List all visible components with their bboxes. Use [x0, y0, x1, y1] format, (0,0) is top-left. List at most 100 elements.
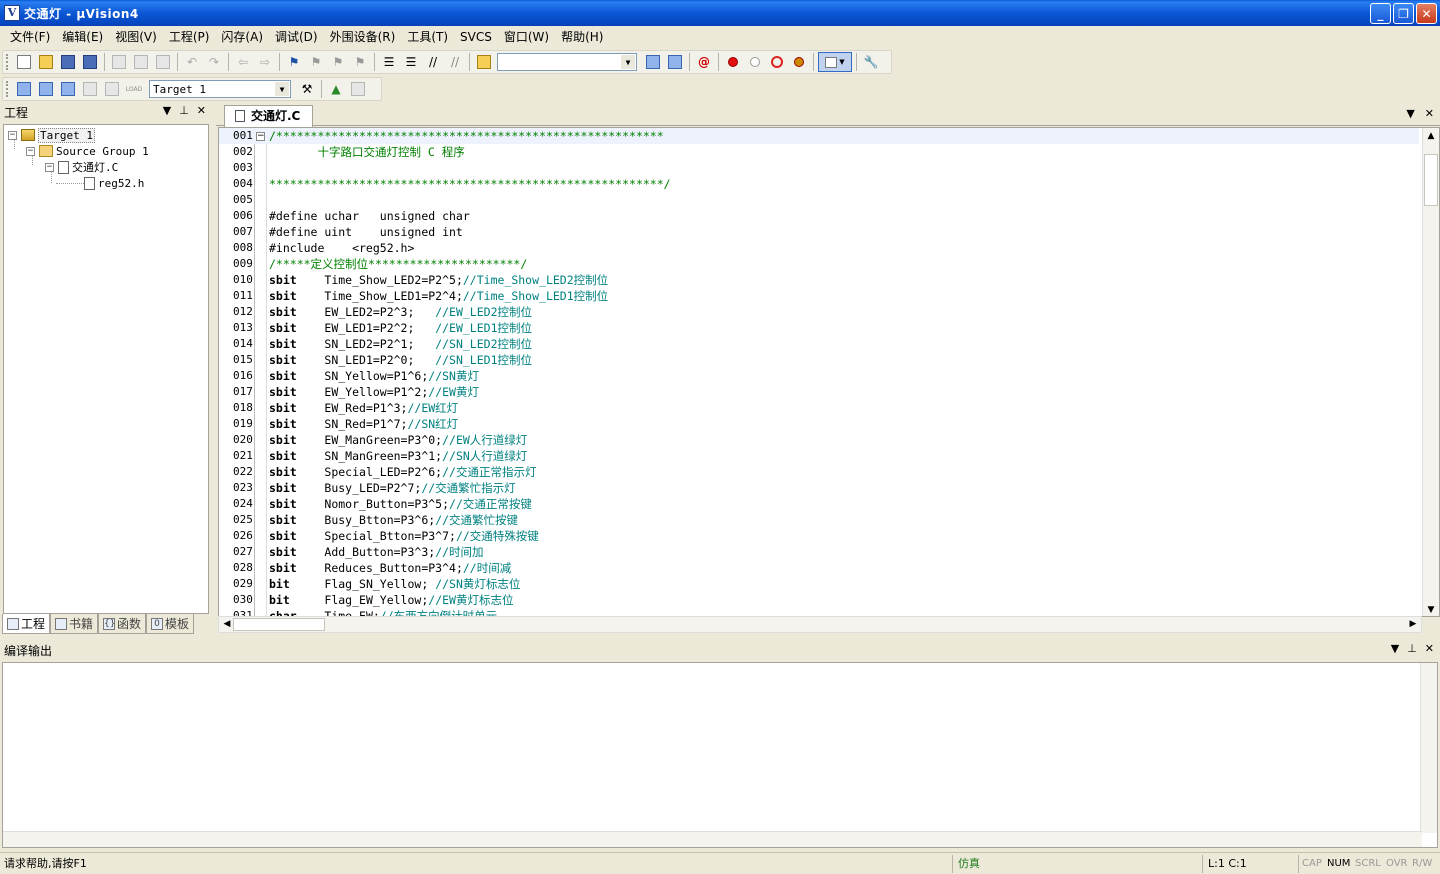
target-options-button[interactable]: ⚒ [297, 79, 317, 99]
code-editor[interactable]: 001 /************************************… [218, 127, 1440, 617]
code-line[interactable]: 027 sbit Add_Button=P3^3;//时间加 [219, 544, 1419, 560]
editor-horizontal-scrollbar[interactable]: ◀ ▶ [218, 616, 1422, 633]
code-line[interactable]: 021 sbit SN_ManGreen=P3^1;//SN人行道绿灯 [219, 448, 1419, 464]
chevron-down-icon[interactable]: ▼ [275, 82, 289, 96]
tab-close-icon[interactable]: ✕ [1425, 107, 1434, 120]
code-line[interactable]: 005 [219, 192, 1419, 208]
menu-item-1[interactable]: 编辑(E) [56, 27, 109, 47]
code-line[interactable]: 003 [219, 160, 1419, 176]
menu-item-10[interactable]: 帮助(H) [555, 27, 609, 47]
pin-icon[interactable]: ⊥ [1407, 642, 1417, 655]
code-line[interactable]: 002 十字路口交通灯控制 C 程序 [219, 144, 1419, 160]
new-file-button[interactable] [14, 52, 34, 72]
output-vertical-scrollbar[interactable] [1420, 663, 1437, 833]
find-in-files-button[interactable] [474, 52, 494, 72]
window-layout-button[interactable]: ▼ [818, 52, 852, 72]
code-line[interactable]: 025 sbit Busy_Btton=P3^6;//交通繁忙按键 [219, 512, 1419, 528]
code-line[interactable]: 008 #include <reg52.h> [219, 240, 1419, 256]
translate-button[interactable] [14, 79, 34, 99]
code-line[interactable]: 016 sbit SN_Yellow=P1^6;//SN黄灯 [219, 368, 1419, 384]
build-button[interactable] [36, 79, 56, 99]
menu-item-8[interactable]: SVCS [454, 27, 498, 47]
code-line[interactable]: 028 sbit Reduces_Button=P3^4;//时间减 [219, 560, 1419, 576]
batch-build-button[interactable] [80, 79, 100, 99]
enable-breakpoint-button[interactable] [745, 52, 765, 72]
toolbar-grip[interactable] [6, 54, 10, 70]
menu-item-9[interactable]: 窗口(W) [498, 27, 555, 47]
code-line[interactable]: 010 sbit Time_Show_LED2=P2^5;//Time_Show_… [219, 272, 1419, 288]
fold-toggle-icon[interactable]: − [256, 132, 265, 141]
stop-build-button[interactable] [102, 79, 122, 99]
save-button[interactable] [58, 52, 78, 72]
code-line[interactable]: 007 #define uint unsigned int [219, 224, 1419, 240]
prev-bookmark-button[interactable]: ⚑ [306, 52, 326, 72]
menu-item-6[interactable]: 外围设备(R) [324, 27, 402, 47]
find-button[interactable] [643, 52, 663, 72]
copy-button[interactable] [131, 52, 151, 72]
find-combo[interactable]: ▼ [497, 53, 637, 71]
code-line[interactable]: 019 sbit SN_Red=P1^7;//SN红灯 [219, 416, 1419, 432]
bookmark-button[interactable]: ⚑ [284, 52, 304, 72]
unindent-button[interactable]: ☰ [401, 52, 421, 72]
code-line[interactable]: 015 sbit SN_LED1=P2^0; //SN_LED1控制位 [219, 352, 1419, 368]
code-line[interactable]: 026 sbit Special_Btton=P3^7;//交通特殊按键 [219, 528, 1419, 544]
code-line[interactable]: 017 sbit EW_Yellow=P1^2;//EW黄灯 [219, 384, 1419, 400]
editor-hscroll-thumb[interactable] [233, 618, 325, 631]
editor-vertical-scrollbar[interactable]: ▲ ▼ [1422, 128, 1439, 616]
code-line[interactable]: 004 *************************************… [219, 176, 1419, 192]
code-line[interactable]: 029 bit Flag_SN_Yellow; //SN黄灯标志位 [219, 576, 1419, 592]
tab-templates[interactable]: 0 模板 [146, 614, 195, 634]
tab-list-icon[interactable]: ▼ [1406, 107, 1414, 120]
collapse-icon[interactable]: − [8, 130, 17, 140]
tree-node-group[interactable]: − Source Group 1 [26, 143, 149, 159]
close-button[interactable]: ✕ [1416, 3, 1437, 24]
collapse-icon[interactable]: − [26, 146, 35, 156]
download-button[interactable]: LOAD [124, 79, 144, 99]
nav-back-button[interactable]: ⇦ [233, 52, 253, 72]
nav-forward-button[interactable]: ⇨ [255, 52, 275, 72]
editor-tab-file[interactable]: 交通灯.C [224, 105, 314, 127]
code-line[interactable]: 001 /************************************… [219, 128, 1419, 144]
comment-button[interactable]: // [423, 52, 443, 72]
paste-button[interactable] [153, 52, 173, 72]
tree-node-file-c[interactable]: − 交通灯.C [45, 159, 118, 175]
disable-all-breakpoints-button[interactable] [767, 52, 787, 72]
menu-item-7[interactable]: 工具(T) [401, 27, 454, 47]
rebuild-button[interactable] [58, 79, 78, 99]
chevron-down-icon[interactable]: ▼ [621, 55, 635, 69]
code-line[interactable]: 022 sbit Special_LED=P2^6;//交通正常指示灯 [219, 464, 1419, 480]
clear-bookmarks-button[interactable]: ⚑ [350, 52, 370, 72]
scroll-down-icon[interactable]: ▼ [1424, 603, 1438, 616]
kill-all-breakpoints-button[interactable] [789, 52, 809, 72]
tree-node-file-h[interactable]: reg52.h [84, 175, 144, 191]
output-horizontal-scrollbar[interactable] [3, 831, 1422, 847]
code-line[interactable]: 020 sbit EW_ManGreen=P3^0;//EW人行道绿灯 [219, 432, 1419, 448]
minimize-button[interactable]: _ [1370, 3, 1391, 24]
panel-close-icon[interactable]: ✕ [1425, 642, 1434, 655]
cut-button[interactable] [109, 52, 129, 72]
menu-item-2[interactable]: 视图(V) [109, 27, 163, 47]
code-line[interactable]: 014 sbit SN_LED2=P2^1; //SN_LED2控制位 [219, 336, 1419, 352]
redo-button[interactable]: ↷ [204, 52, 224, 72]
code-line[interactable]: 024 sbit Nomor_Button=P3^5;//交通正常按键 [219, 496, 1419, 512]
menu-item-3[interactable]: 工程(P) [163, 27, 216, 47]
panel-menu-icon[interactable]: ▼ [163, 104, 171, 117]
collapse-icon[interactable]: − [45, 162, 54, 172]
indent-button[interactable]: ☰ [379, 52, 399, 72]
code-line[interactable]: 012 sbit EW_LED2=P2^3; //EW_LED2控制位 [219, 304, 1419, 320]
menu-item-4[interactable]: 闪存(A) [215, 27, 269, 47]
incremental-find-button[interactable] [665, 52, 685, 72]
tree-node-target[interactable]: − Target 1 [8, 127, 95, 143]
scroll-left-icon[interactable]: ◀ [220, 617, 234, 631]
select-packs-button[interactable] [348, 79, 368, 99]
code-line[interactable]: 030 bit Flag_EW_Yellow;//EW黄灯标志位 [219, 592, 1419, 608]
open-file-button[interactable] [36, 52, 56, 72]
uncomment-button[interactable]: // [445, 52, 465, 72]
build-output-text[interactable] [2, 662, 1438, 848]
code-line[interactable]: 009 /*****定义控制位**********************/ [219, 256, 1419, 272]
toolbar-grip-build[interactable] [6, 81, 10, 97]
debug-session-button[interactable]: @ [694, 52, 714, 72]
code-line[interactable]: 023 sbit Busy_LED=P2^7;//交通繁忙指示灯 [219, 480, 1419, 496]
tab-functions[interactable]: {} 函数 [98, 614, 147, 634]
menu-item-5[interactable]: 调试(D) [269, 27, 324, 47]
